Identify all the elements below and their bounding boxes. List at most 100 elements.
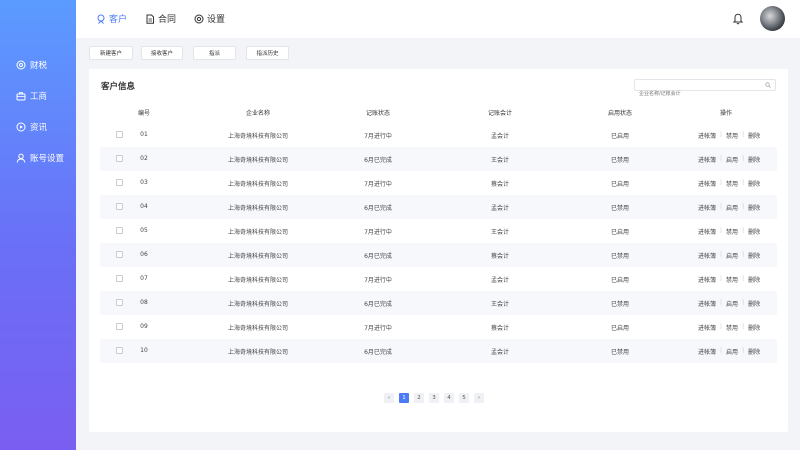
tab-label: 客户 [109, 15, 128, 25]
table-row: 09 上海奇境科技有限公司 7月进行中 蔡会计 已启用 进帐簿 | 禁用 | 删除 [100, 315, 777, 339]
delete-link[interactable]: 删除 [748, 251, 760, 260]
bell-icon[interactable] [732, 12, 744, 25]
cell-number: 04 [140, 203, 148, 210]
tab-customers[interactable]: 客户 [96, 12, 127, 25]
action-divider: | [720, 251, 723, 258]
tab-contracts[interactable]: 合同 [145, 12, 176, 25]
row-checkbox[interactable] [116, 155, 123, 162]
table-row: 04 上海奇境科技有限公司 6月已完成 孟会计 已禁用 进帐簿 | 启用 | 删除 [100, 195, 777, 219]
toggle-enable-link[interactable]: 启用 [726, 251, 738, 260]
delete-link[interactable]: 删除 [748, 227, 760, 236]
toggle-enable-link[interactable]: 禁用 [726, 227, 738, 236]
delete-link[interactable]: 删除 [748, 131, 760, 140]
cell-ledger-status: 6月已完成 [364, 157, 392, 164]
sidebar-item-business[interactable]: 工商 [16, 89, 47, 103]
delete-link[interactable]: 删除 [748, 179, 760, 188]
action-divider: | [742, 227, 745, 234]
assign-history-button[interactable]: 指派历史 [246, 46, 289, 60]
page-button-2[interactable]: 2 [414, 393, 424, 403]
action-divider: | [742, 155, 745, 162]
toggle-enable-link[interactable]: 禁用 [726, 179, 738, 188]
sidebar-item-news[interactable]: 资讯 [16, 120, 47, 134]
row-checkbox[interactable] [116, 203, 123, 210]
row-checkbox[interactable] [116, 251, 123, 258]
tab-settings[interactable]: 设置 [194, 12, 225, 25]
cell-enabled-status: 已禁用 [610, 205, 630, 212]
avatar[interactable] [760, 6, 785, 31]
assign-button[interactable]: 指派 [193, 46, 236, 60]
sidebar-item-label: 资讯 [30, 123, 48, 133]
delete-link[interactable]: 删除 [748, 347, 760, 356]
cell-number: 07 [140, 275, 148, 282]
open-ledger-link[interactable]: 进帐簿 [698, 203, 716, 212]
action-divider: | [720, 179, 723, 186]
toggle-enable-link[interactable]: 启用 [726, 299, 738, 308]
action-divider: | [742, 251, 745, 258]
delete-link[interactable]: 删除 [748, 275, 760, 284]
row-checkbox[interactable] [116, 275, 123, 282]
next-page-button[interactable]: › [474, 393, 484, 403]
cell-ledger-status: 7月进行中 [364, 229, 392, 236]
row-checkbox[interactable] [116, 323, 123, 330]
prev-page-button[interactable]: ‹ [384, 393, 394, 403]
receive-customer-button[interactable]: 接收客户 [141, 46, 183, 60]
action-divider: | [720, 299, 723, 306]
customer-info-card: 客户信息 编号 企业名称 记账状态 记账会计 启用状态 操作 01 上海奇境科技有… [89, 69, 788, 432]
action-divider: | [720, 347, 723, 354]
open-ledger-link[interactable]: 进帐簿 [698, 251, 716, 260]
row-checkbox[interactable] [116, 179, 123, 186]
search-input[interactable] [635, 89, 755, 99]
toggle-enable-link[interactable]: 禁用 [726, 131, 738, 140]
sidebar-item-tax[interactable]: 财税 [16, 58, 47, 72]
search-icon[interactable] [765, 82, 771, 88]
action-divider: | [720, 227, 723, 234]
cell-enabled-status: 已禁用 [610, 349, 630, 356]
row-actions: 进帐簿 | 启用 | 删除 [698, 347, 760, 356]
cell-company: 上海奇境科技有限公司 [227, 181, 289, 188]
delete-link[interactable]: 删除 [748, 155, 760, 164]
delete-link[interactable]: 删除 [748, 323, 760, 332]
customer-icon [97, 14, 105, 24]
toggle-enable-link[interactable]: 启用 [726, 347, 738, 356]
page-button-5[interactable]: 5 [459, 393, 469, 403]
row-checkbox[interactable] [116, 227, 123, 234]
cell-accountant: 王会计 [490, 157, 510, 164]
delete-link[interactable]: 删除 [748, 299, 760, 308]
toggle-enable-link[interactable]: 禁用 [726, 323, 738, 332]
row-checkbox[interactable] [116, 347, 123, 354]
row-actions: 进帐簿 | 启用 | 删除 [698, 155, 760, 164]
open-ledger-link[interactable]: 进帐簿 [698, 323, 716, 332]
cell-number: 06 [140, 251, 148, 258]
open-ledger-link[interactable]: 进帐簿 [698, 347, 716, 356]
settings-icon [194, 14, 204, 23]
page-button-1[interactable]: 1 [399, 393, 409, 403]
page-button-3[interactable]: 3 [429, 393, 439, 403]
action-divider: | [720, 131, 723, 138]
open-ledger-link[interactable]: 进帐簿 [698, 131, 716, 140]
delete-link[interactable]: 删除 [748, 203, 760, 212]
page-button-4[interactable]: 4 [444, 393, 454, 403]
row-checkbox[interactable] [116, 131, 123, 138]
action-divider: | [742, 323, 745, 330]
open-ledger-link[interactable]: 进帐簿 [698, 275, 716, 284]
cell-enabled-status: 已禁用 [610, 301, 630, 308]
toggle-enable-link[interactable]: 禁用 [726, 275, 738, 284]
row-checkbox[interactable] [116, 299, 123, 306]
open-ledger-link[interactable]: 进帐簿 [698, 155, 716, 164]
sidebar-item-account-settings[interactable]: 账号设置 [16, 151, 64, 165]
table-header: 编号 企业名称 记账状态 记账会计 启用状态 操作 [100, 101, 777, 123]
toggle-enable-link[interactable]: 启用 [726, 203, 738, 212]
cell-ledger-status: 6月已完成 [364, 301, 392, 308]
search-box[interactable] [634, 79, 776, 99]
sidebar-item-label: 财税 [30, 61, 48, 71]
open-ledger-link[interactable]: 进帐簿 [698, 227, 716, 236]
open-ledger-link[interactable]: 进帐簿 [698, 179, 716, 188]
pagination: ‹ 1 2 3 4 5 › [384, 393, 484, 403]
toggle-enable-link[interactable]: 启用 [726, 155, 738, 164]
cell-number: 09 [140, 323, 148, 330]
cell-accountant: 孟会计 [490, 349, 510, 356]
open-ledger-link[interactable]: 进帐簿 [698, 299, 716, 308]
new-customer-button[interactable]: 新建客户 [89, 46, 133, 60]
cell-accountant: 孟会计 [490, 277, 510, 284]
page-title: 客户信息 [101, 82, 136, 92]
